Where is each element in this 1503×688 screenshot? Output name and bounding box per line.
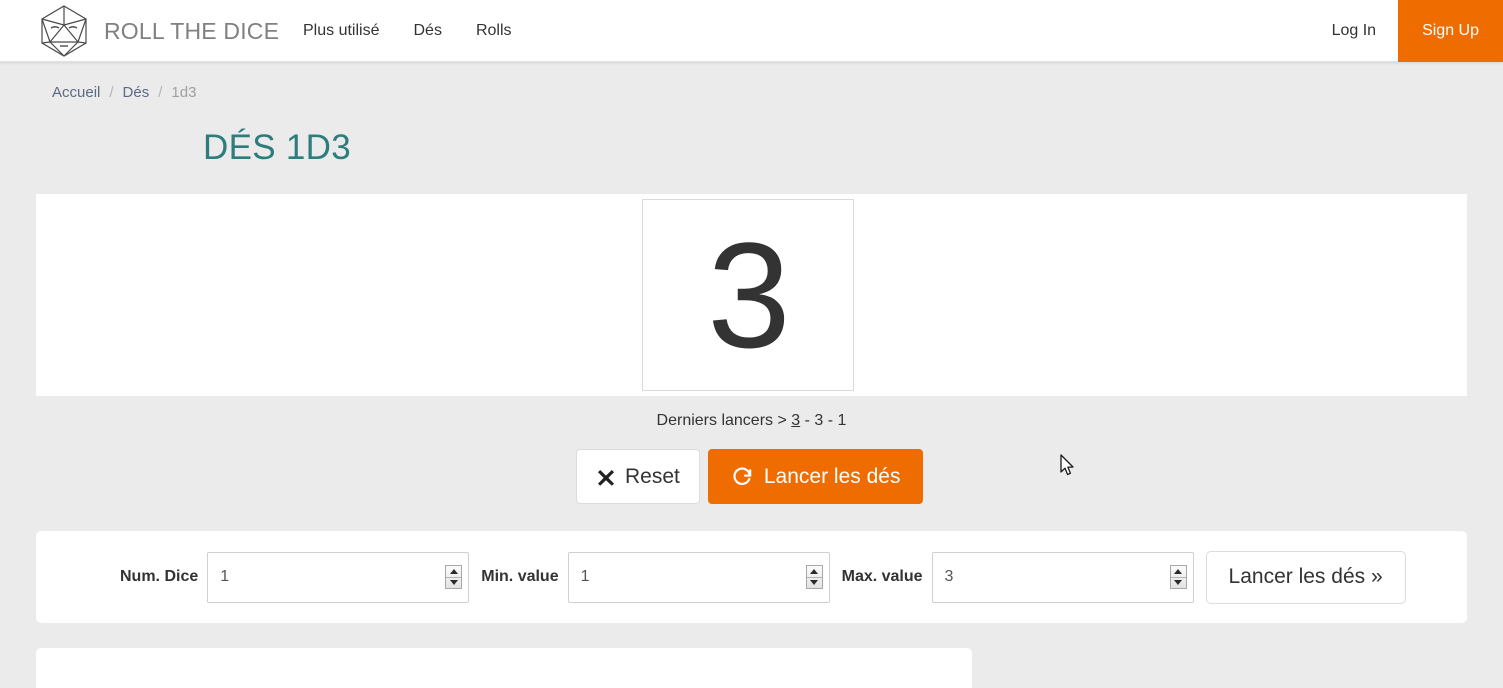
breadcrumb-separator: / [109, 84, 114, 101]
last-roll-value-3: 1 [837, 412, 847, 429]
submit-roll-button[interactable]: Lancer les dés » [1205, 550, 1406, 604]
last-rolls-separator: - [800, 412, 815, 429]
stepper-up-icon[interactable] [1170, 566, 1186, 578]
close-x-icon [596, 467, 616, 487]
breadcrumb-item-home[interactable]: Accueil [52, 84, 100, 101]
stepper-down-icon[interactable] [1171, 578, 1186, 589]
num-dice-stepper[interactable] [445, 565, 463, 589]
last-rolls-label: Derniers lancers > [656, 412, 787, 429]
dice-config-form: Num. Dice Min. value Max. value [36, 550, 1406, 604]
refresh-icon [731, 465, 754, 488]
icosahedron-d20-icon [36, 3, 92, 59]
num-dice-input[interactable] [207, 551, 470, 603]
max-value-field-wrap [931, 551, 1194, 603]
min-value-field-wrap [567, 551, 830, 603]
min-value-stepper[interactable] [805, 565, 823, 589]
stepper-down-icon[interactable] [807, 578, 822, 589]
top-navbar: ROLL THE DICE Plus utilisé Dés Rolls Log… [0, 0, 1503, 62]
nav-item-plus-utilise[interactable]: Plus utilisé [286, 0, 396, 62]
nav-item-des[interactable]: Dés [396, 0, 458, 62]
last-rolls-line: Derniers lancers > 3 - 3 - 1 [0, 412, 1503, 430]
nav-item-rolls[interactable]: Rolls [459, 0, 529, 62]
mouse-pointer-icon [1060, 454, 1076, 483]
lower-content-panel [36, 648, 972, 688]
reset-button[interactable]: Reset [576, 449, 700, 504]
dice-config-panel: Num. Dice Min. value Max. value [36, 531, 1467, 623]
last-rolls-separator: - [823, 412, 838, 429]
breadcrumb-item-des[interactable]: Dés [123, 84, 150, 101]
reset-button-label: Reset [625, 464, 680, 488]
brand-title: ROLL THE DICE [104, 17, 280, 44]
nav-account-area: Log In Sign Up [1310, 0, 1503, 62]
last-roll-value-2: 3 [814, 412, 824, 429]
login-link[interactable]: Log In [1310, 0, 1398, 62]
max-value-stepper[interactable] [1169, 565, 1187, 589]
min-value-label: Min. value [481, 568, 559, 585]
min-value-input[interactable] [567, 551, 830, 603]
max-value-input[interactable] [931, 551, 1194, 603]
roll-dice-button-label: Lancer les dés [763, 464, 901, 488]
last-roll-link-1[interactable]: 3 [791, 412, 800, 429]
stepper-up-icon[interactable] [806, 566, 822, 578]
primary-nav: Plus utilisé Dés Rolls [286, 0, 529, 62]
num-dice-field-wrap [207, 551, 470, 603]
breadcrumb-item-current: 1d3 [171, 84, 197, 101]
signup-button[interactable]: Sign Up [1398, 0, 1503, 62]
stepper-up-icon[interactable] [446, 566, 462, 578]
max-value-label: Max. value [841, 568, 923, 585]
roll-dice-button[interactable]: Lancer les dés [707, 449, 924, 504]
dice-action-buttons: Reset Lancer les dés [576, 449, 924, 504]
breadcrumb-separator: / [158, 84, 163, 101]
brand-logo-link[interactable]: ROLL THE DICE [36, 0, 279, 62]
dice-face: 3 [642, 199, 854, 391]
page-title: DÉS 1D3 [203, 128, 351, 167]
dice-result-panel: 3 [36, 194, 1467, 396]
dice-result-value: 3 [707, 211, 790, 379]
breadcrumb: Accueil / Dés / 1d3 [52, 84, 196, 101]
num-dice-label: Num. Dice [120, 568, 199, 585]
stepper-down-icon[interactable] [446, 578, 461, 589]
